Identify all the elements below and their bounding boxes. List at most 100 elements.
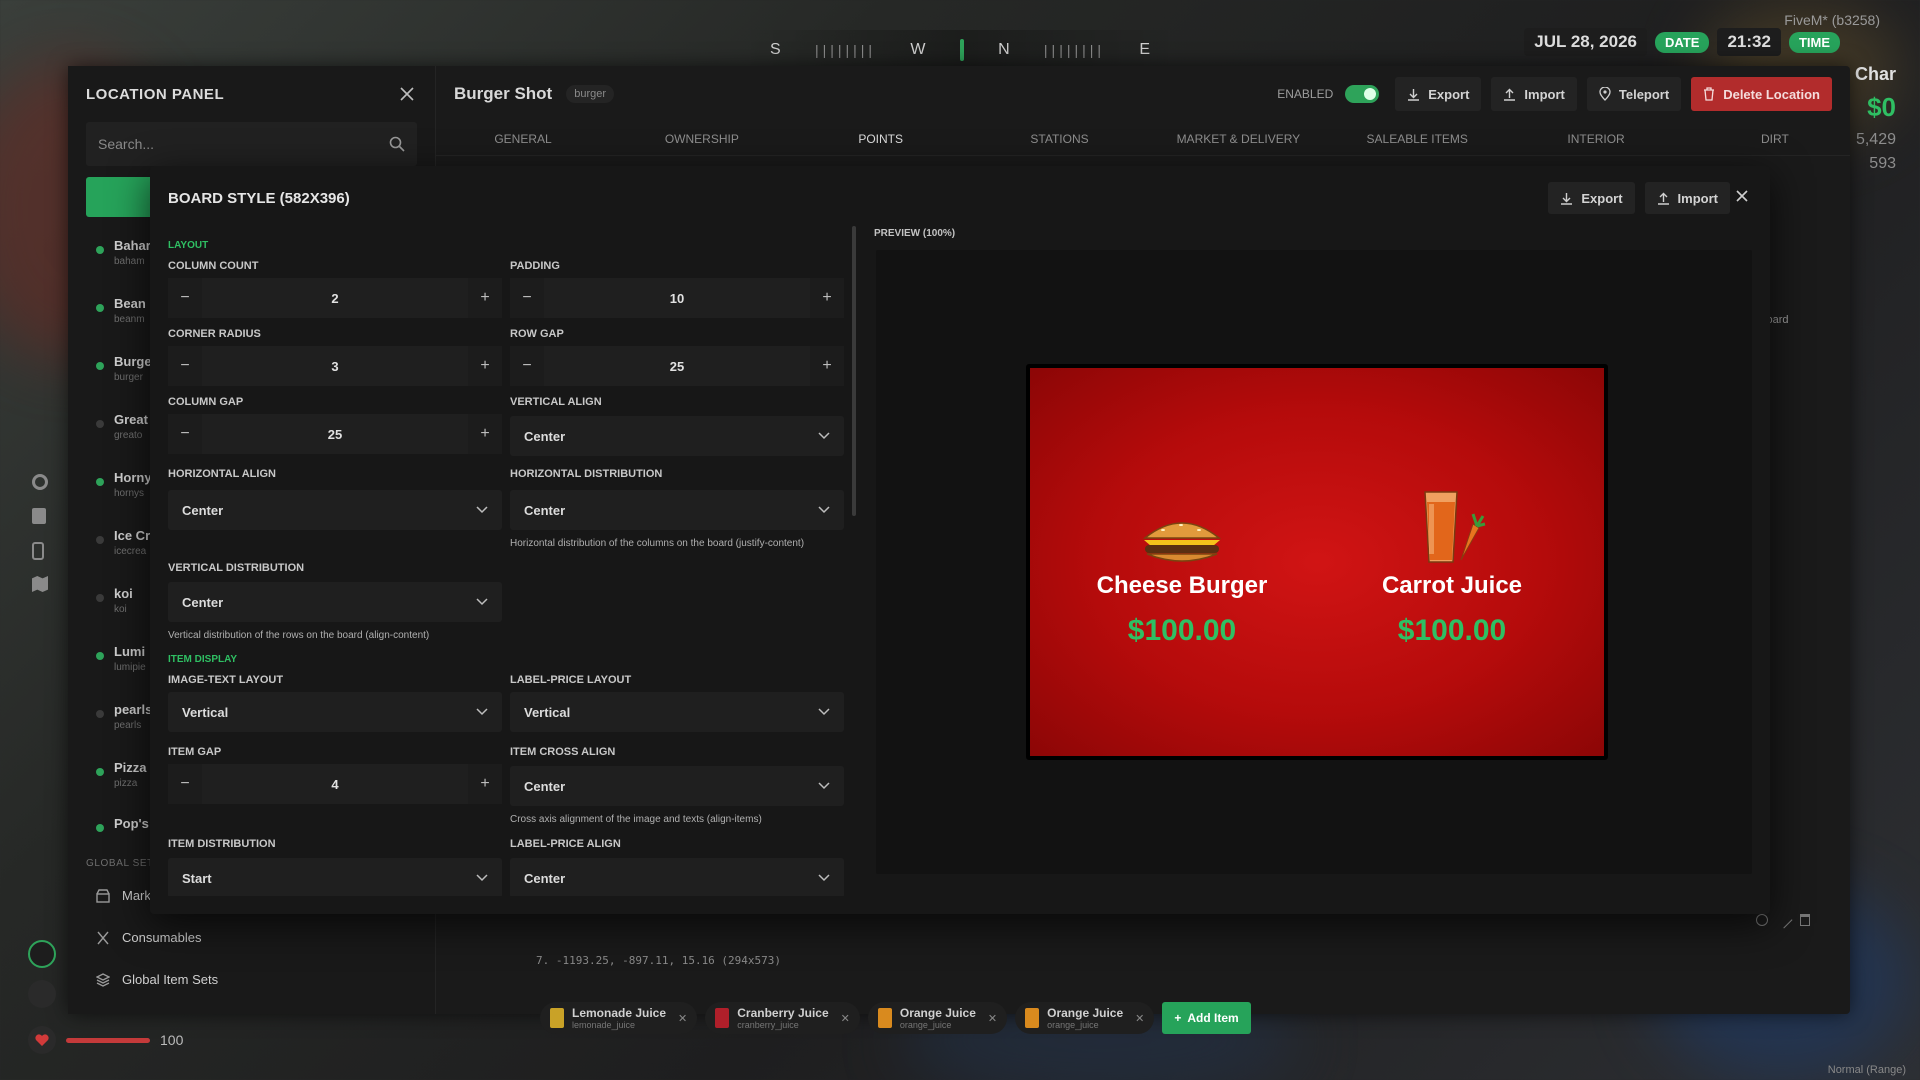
column-gap-stepper[interactable]: − 25 + xyxy=(168,414,502,454)
item-gap-stepper[interactable]: − 4 + xyxy=(168,764,502,804)
item-cross-align-select[interactable]: Center xyxy=(510,766,844,806)
compass: S |||||||| W N |||||||| E xyxy=(740,30,1180,70)
location-list-item[interactable]: koi koi xyxy=(96,586,133,615)
corner-radius-value[interactable]: 3 xyxy=(331,359,338,374)
vertical-distribution-select[interactable]: Center xyxy=(168,582,502,622)
search-placeholder: Search... xyxy=(98,136,155,152)
increment-button[interactable]: + xyxy=(810,278,844,318)
global-item-item-sets[interactable]: Global Item Sets xyxy=(96,972,218,987)
remove-chip-icon[interactable]: ✕ xyxy=(988,1012,997,1025)
label-price-align-select[interactable]: Center xyxy=(510,858,844,896)
increment-button[interactable]: + xyxy=(467,278,502,318)
remove-chip-icon[interactable]: ✕ xyxy=(678,1012,687,1025)
location-list-item[interactable]: Horny hornys xyxy=(96,470,152,499)
item-distribution-select[interactable]: Start xyxy=(168,858,502,896)
horizontal-distribution-select[interactable]: Center xyxy=(510,490,844,530)
global-item-consumables[interactable]: Consumables xyxy=(96,930,202,945)
health-fill xyxy=(66,1037,150,1043)
label-price-layout-select[interactable]: Vertical xyxy=(510,692,844,732)
location-list-item[interactable]: pearls pearls xyxy=(96,702,152,731)
modal-import-button[interactable]: Import xyxy=(1644,182,1730,214)
increment-button[interactable]: + xyxy=(467,346,502,386)
add-location-button[interactable] xyxy=(86,177,156,217)
preview-label: PREVIEW (100%) xyxy=(874,228,956,239)
edit-icon[interactable] xyxy=(1775,911,1793,929)
tab-ownership[interactable]: OWNERSHIP xyxy=(627,132,777,146)
chevron-down-icon xyxy=(476,874,488,882)
enabled-toggle[interactable] xyxy=(1345,85,1380,103)
increment-button[interactable]: + xyxy=(810,346,844,386)
delete-location-button[interactable]: Delete Location xyxy=(1691,77,1832,111)
row-gap-value[interactable]: 25 xyxy=(670,359,684,374)
item-distribution-value: Start xyxy=(182,870,212,886)
corner-radius-stepper[interactable]: − 3 + xyxy=(168,346,502,386)
padding-stepper[interactable]: − 10 + xyxy=(510,278,844,318)
horizontal-align-value: Center xyxy=(182,502,224,518)
import-label: Import xyxy=(1677,190,1718,206)
decrement-button[interactable]: − xyxy=(168,764,202,804)
location-list-item[interactable]: Bean beanm xyxy=(96,296,146,325)
location-list-item[interactable]: Ice Cr icecrea xyxy=(96,528,150,557)
item-chip: Cranberry Juice cranberry_juice ✕ xyxy=(705,1002,860,1034)
upload-icon xyxy=(1657,192,1669,205)
tab-points[interactable]: POINTS xyxy=(806,132,956,146)
horizontal-distribution-value: Center xyxy=(524,502,566,518)
tab-market-delivery[interactable]: MARKET & DELIVERY xyxy=(1163,132,1313,146)
remove-chip-icon[interactable]: ✕ xyxy=(841,1012,850,1025)
compass-ticks: |||||||| xyxy=(1043,42,1106,58)
close-icon[interactable] xyxy=(1732,186,1752,206)
location-list-item[interactable]: Bahar baham xyxy=(96,238,151,267)
orange-juice-icon xyxy=(877,1008,892,1028)
global-item-market[interactable]: Mark xyxy=(96,888,151,903)
horizontal-align-select[interactable]: Center xyxy=(168,490,502,530)
increment-button[interactable]: + xyxy=(468,414,502,454)
export-button[interactable]: Export xyxy=(1395,77,1482,111)
row-gap-label: ROW GAP xyxy=(510,328,564,340)
search-input[interactable]: Search... xyxy=(86,122,417,166)
column-gap-value[interactable]: 25 xyxy=(328,427,342,442)
vertical-align-select[interactable]: Center xyxy=(510,416,844,456)
increment-button[interactable]: + xyxy=(467,764,502,804)
settings-icon[interactable] xyxy=(32,474,48,490)
decrement-button[interactable]: − xyxy=(168,414,202,454)
map-icon[interactable] xyxy=(32,576,48,592)
column-count-stepper[interactable]: − 2 + xyxy=(168,278,502,318)
column-count-value[interactable]: 2 xyxy=(331,291,338,306)
item-gap-value[interactable]: 4 xyxy=(331,777,338,792)
location-list-item[interactable]: Pop's xyxy=(96,816,149,834)
decrement-button[interactable]: − xyxy=(168,278,202,318)
remove-chip-icon[interactable]: ✕ xyxy=(1135,1012,1144,1025)
tab-dirt[interactable]: DIRT xyxy=(1700,132,1850,146)
status-dot xyxy=(96,536,104,544)
location-id: pizza xyxy=(114,778,138,789)
location-list-item[interactable]: Burge burger xyxy=(96,354,152,383)
decrement-button[interactable]: − xyxy=(510,346,544,386)
tab-stations[interactable]: STATIONS xyxy=(985,132,1135,146)
import-button[interactable]: Import xyxy=(1491,77,1577,111)
form-scrollbar[interactable] xyxy=(852,226,856,516)
padding-value[interactable]: 10 xyxy=(670,291,684,306)
chevron-down-icon xyxy=(818,874,830,882)
decrement-button[interactable]: − xyxy=(510,278,544,318)
location-id: greato xyxy=(114,430,143,441)
decrement-button[interactable]: − xyxy=(168,346,202,386)
teleport-button[interactable]: Teleport xyxy=(1586,77,1682,111)
location-list-item[interactable]: Great greato xyxy=(96,412,148,441)
image-text-layout-select[interactable]: Vertical xyxy=(168,692,502,732)
location-list-item[interactable]: Lumi lumipie xyxy=(96,644,146,673)
location-list-item[interactable]: Pizza pizza xyxy=(96,760,147,789)
trash-icon[interactable] xyxy=(1800,914,1810,926)
tab-saleable-items[interactable]: SALEABLE ITEMS xyxy=(1342,132,1492,146)
clipboard-icon[interactable] xyxy=(32,508,46,524)
add-item-button[interactable]: + Add Item xyxy=(1162,1002,1251,1034)
tab-general[interactable]: GENERAL xyxy=(448,132,598,146)
radar-icon xyxy=(28,940,56,968)
palette-icon[interactable] xyxy=(1756,914,1768,926)
close-icon[interactable] xyxy=(397,84,417,104)
tab-interior[interactable]: INTERIOR xyxy=(1521,132,1671,146)
modal-export-button[interactable]: Export xyxy=(1548,182,1635,214)
label-price-layout-value: Vertical xyxy=(524,704,571,720)
row-gap-stepper[interactable]: − 25 + xyxy=(510,346,844,386)
phone-icon[interactable] xyxy=(32,542,44,560)
status-dot xyxy=(96,420,104,428)
